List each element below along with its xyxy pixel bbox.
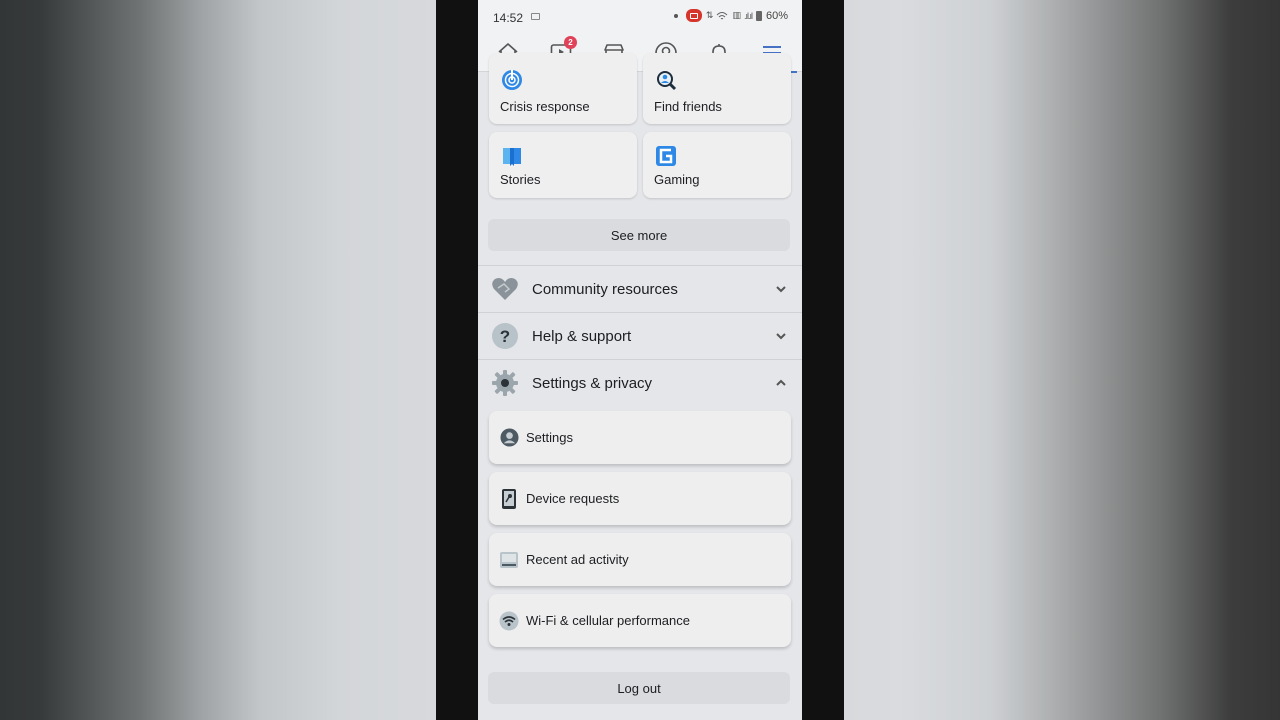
data-arrows-icon: ⇅	[705, 10, 713, 20]
crisis-response-icon	[502, 70, 522, 90]
gaming-icon	[656, 146, 676, 166]
section-help-support[interactable]: ? Help & support	[478, 312, 802, 359]
user-circle-icon	[499, 428, 519, 448]
shortcut-label: Crisis response	[500, 99, 590, 114]
settings-item-recent-ad-activity[interactable]: Recent ad activity	[489, 533, 791, 586]
battery-icon	[755, 10, 762, 21]
signal-icon: .ıl.ıl	[743, 10, 753, 21]
settings-item-label: Wi-Fi & cellular performance	[526, 613, 690, 628]
settings-item-device-requests[interactable]: Device requests	[489, 472, 791, 525]
find-friends-icon	[657, 71, 677, 91]
settings-item-label: Recent ad activity	[526, 552, 629, 567]
svg-text:?: ?	[500, 327, 510, 346]
section-label: Settings & privacy	[532, 374, 653, 392]
camera-icon	[531, 13, 540, 20]
section-community-resources[interactable]: Community resources	[478, 265, 802, 312]
section-label: Community resources	[532, 280, 678, 298]
shortcut-label: Find friends	[654, 99, 722, 114]
ad-activity-icon	[499, 550, 519, 570]
gear-icon	[491, 369, 519, 397]
settings-item-settings[interactable]: Settings	[489, 411, 791, 464]
phone-screen: 14:52 ⇅ ▥ .ıl.ıl 60% 2 Crisis response F…	[478, 0, 802, 720]
status-time: 14:52	[493, 11, 524, 25]
chevron-down-icon	[776, 286, 786, 293]
shortcut-label: Gaming	[654, 172, 700, 187]
section-settings-privacy[interactable]: Settings & privacy	[478, 359, 802, 406]
section-label: Help & support	[532, 327, 632, 345]
wifi-status-icon	[717, 11, 728, 19]
see-more-button[interactable]: See more	[488, 219, 790, 251]
battery-percent: 60%	[765, 9, 788, 22]
volte-icon: ▥	[732, 10, 740, 20]
wifi-icon	[499, 611, 519, 631]
screen-record-icon	[685, 9, 702, 22]
shortcut-gaming[interactable]: Gaming	[643, 132, 791, 198]
shortcut-stories[interactable]: Stories	[489, 132, 637, 198]
shortcut-crisis-response[interactable]: Crisis response	[489, 53, 637, 124]
status-bar: 14:52 ⇅ ▥ .ıl.ıl 60%	[478, 0, 802, 34]
settings-item-label: Device requests	[526, 491, 620, 506]
chevron-up-icon	[776, 379, 786, 386]
shortcut-label: Stories	[500, 172, 541, 187]
settings-item-label: Settings	[526, 430, 573, 445]
stories-icon	[503, 148, 521, 166]
shortcut-find-friends[interactable]: Find friends	[643, 53, 791, 124]
watch-badge: 2	[563, 35, 577, 49]
settings-item-wifi-cellular[interactable]: Wi-Fi & cellular performance	[489, 594, 791, 647]
handshake-heart-icon	[491, 275, 519, 303]
log-out-button[interactable]: Log out	[488, 672, 790, 704]
question-icon: ?	[491, 322, 519, 350]
phone-key-icon	[499, 488, 519, 509]
chevron-down-icon	[776, 333, 786, 340]
notification-dot-icon	[673, 13, 678, 18]
